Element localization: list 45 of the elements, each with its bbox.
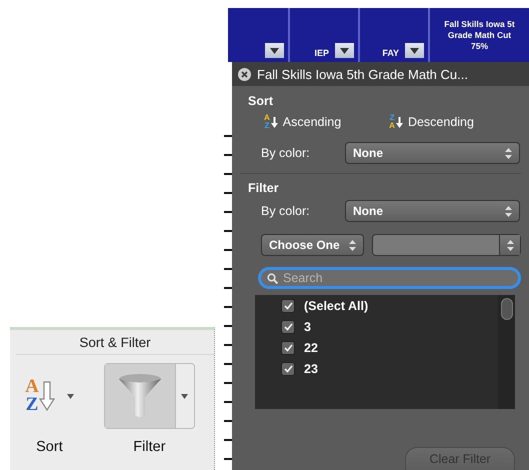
close-icon[interactable]: [238, 68, 251, 80]
caret-icon: [270, 48, 279, 54]
panel-title: Fall Skills Iowa 5th Grade Math Cu...: [257, 66, 468, 82]
search-icon: [267, 273, 278, 284]
filter-dropdown-button[interactable]: [335, 43, 354, 58]
field-label: By color:: [261, 204, 311, 218]
search-field[interactable]: Search: [258, 267, 521, 289]
checkmark-icon: [284, 344, 292, 352]
caret-icon: [66, 394, 74, 398]
scrollbar[interactable]: [498, 295, 515, 409]
section-heading: Sort: [247, 94, 274, 108]
caret-icon: [340, 48, 349, 54]
checkmark-icon: [284, 323, 292, 331]
sort-descending-button[interactable]: Z A Descending: [389, 114, 474, 130]
filter-value-item[interactable]: 3: [281, 320, 498, 334]
sort-button[interactable]: A Z Sort: [25, 363, 74, 455]
checkbox[interactable]: [281, 299, 295, 313]
column-header: Fall Skills Iowa 5t Grade Math Cut 75%: [444, 18, 515, 52]
filter-value-item[interactable]: 22: [281, 341, 498, 355]
value-dropdown[interactable]: [372, 234, 521, 256]
color-dropdown[interactable]: None: [345, 142, 520, 164]
funnel-icon: [118, 373, 162, 419]
stepper-icon: [505, 206, 512, 216]
checkbox[interactable]: [281, 362, 295, 376]
checkbox[interactable]: [281, 341, 295, 355]
filter-value-item[interactable]: 23: [281, 362, 498, 376]
group-title: Sort & Filter: [16, 330, 214, 355]
caret-icon: [181, 394, 188, 398]
color-dropdown[interactable]: None: [345, 200, 520, 222]
checkbox[interactable]: [281, 320, 295, 334]
condition-dropdown[interactable]: Choose One: [261, 234, 364, 256]
checkmark-icon: [284, 365, 292, 373]
filter-dropdown-button[interactable]: [405, 43, 424, 58]
field-label: By color:: [261, 146, 311, 160]
stepper-icon: [505, 148, 512, 158]
checkmark-icon: [284, 302, 292, 310]
filter-value-item[interactable]: (Select All): [281, 299, 498, 313]
column-header: FAY: [382, 48, 399, 58]
stepper-icon: [506, 240, 514, 250]
section-heading: Filter: [247, 181, 280, 195]
stepper-icon: [349, 240, 356, 250]
sort-ascending-button[interactable]: A Z Ascending: [264, 114, 342, 130]
filter-dropdown-button[interactable]: [265, 43, 284, 58]
caret-icon: [410, 48, 419, 54]
column-header: IEP: [314, 48, 329, 58]
